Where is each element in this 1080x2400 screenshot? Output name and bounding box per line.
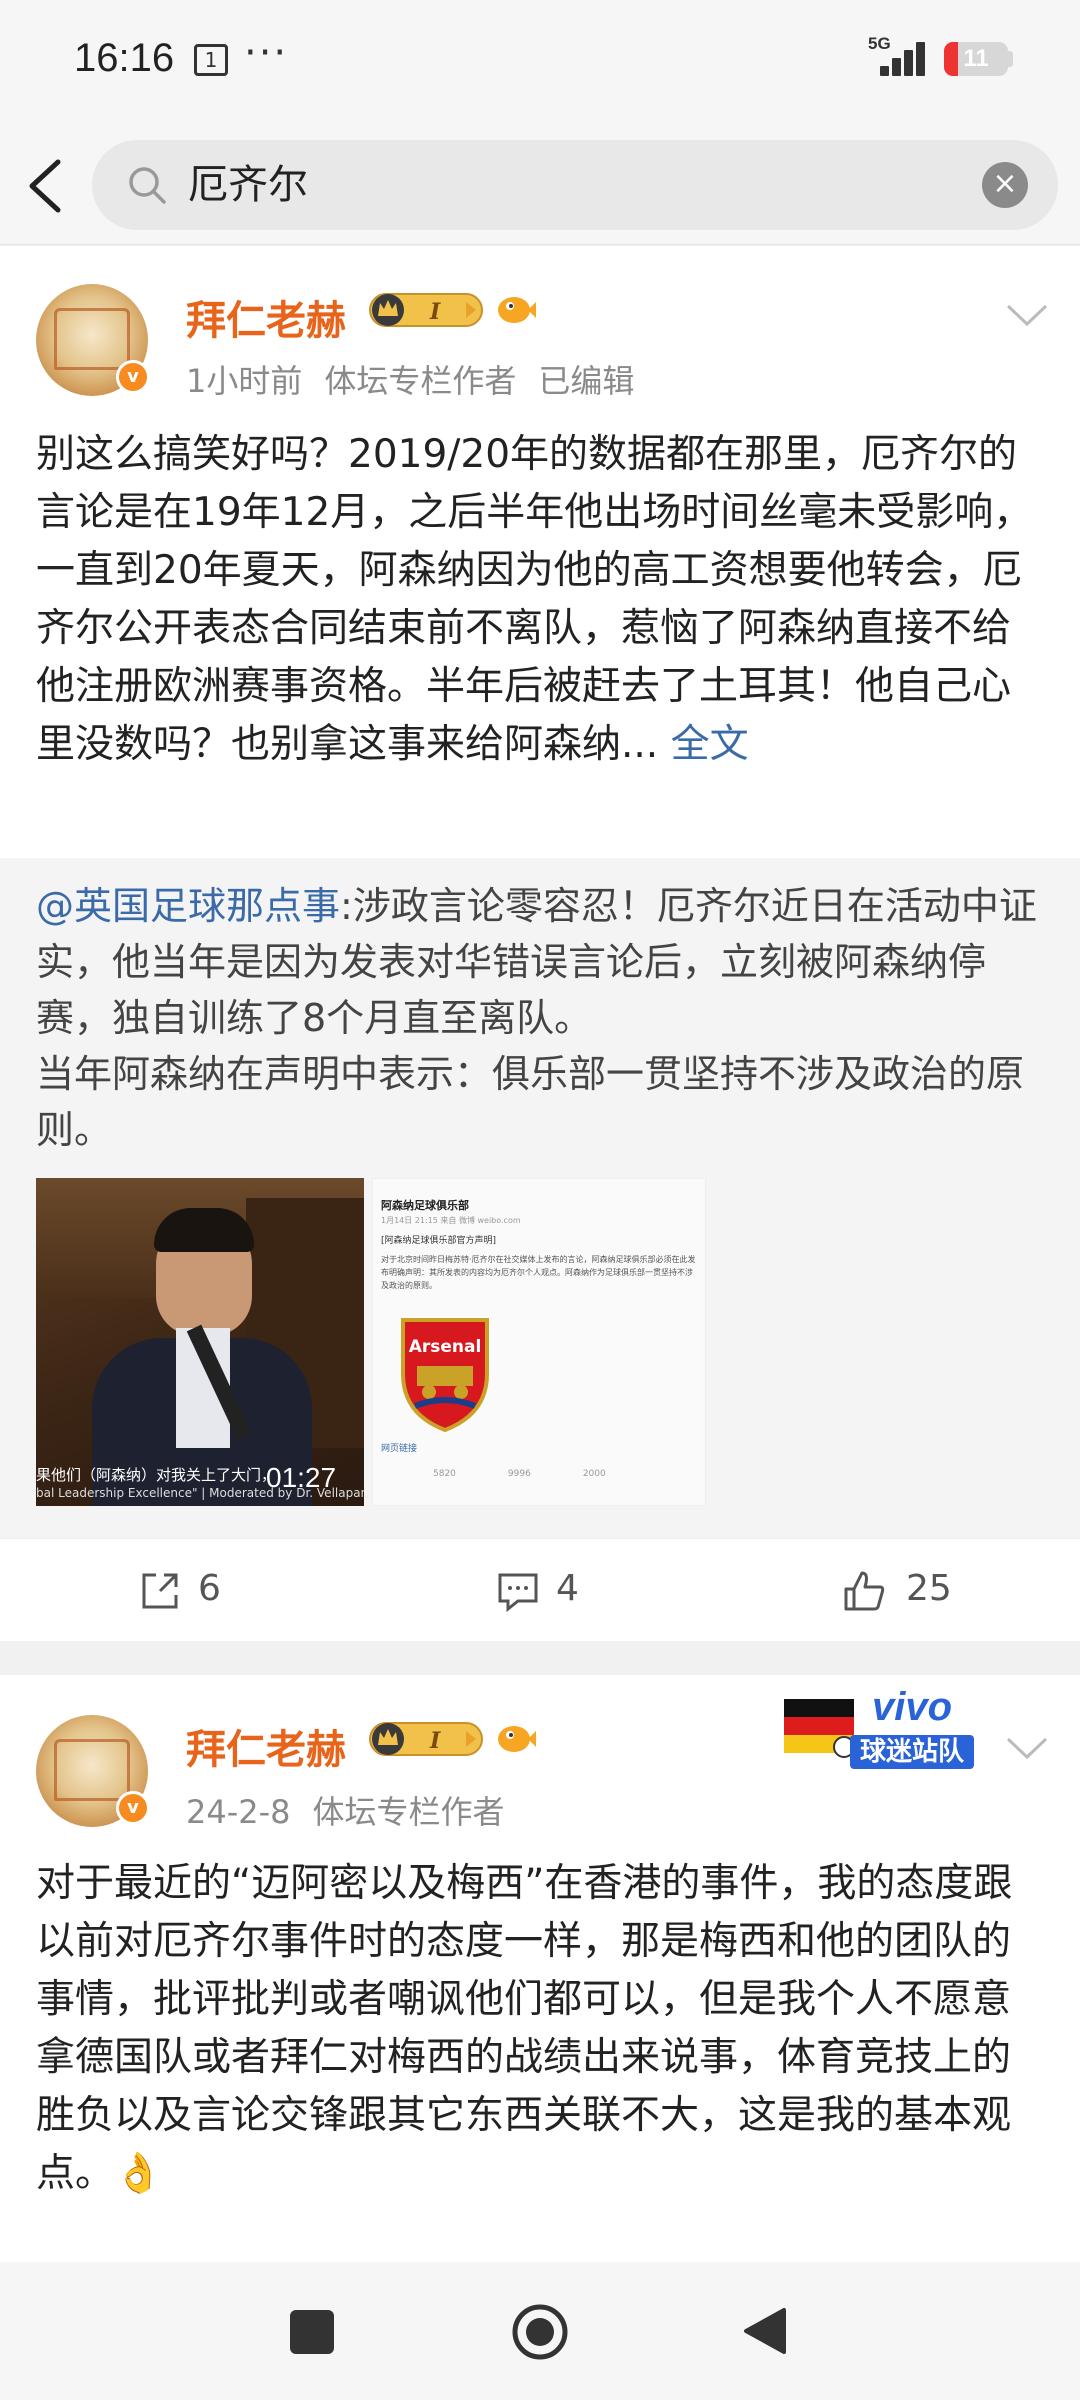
screenshot-sub: 1月14日 21:15 来自 微博 weibo.com (381, 1216, 521, 1225)
repost-text-2: 当年阿森纳在声明中表示：俱乐部一贯坚持不涉及政治的原则。 (36, 1052, 1025, 1152)
screenshot-link: 网页链接 (381, 1444, 418, 1454)
verified-badge-icon: v (116, 360, 150, 394)
recent-apps-button[interactable] (290, 2310, 334, 2354)
clear-search-icon[interactable]: × (982, 162, 1028, 208)
post-body: 别这么搞笑好吗？2019/20年的数据都在那里，厄齐尔的言论是在19年12月，之… (36, 426, 1046, 774)
post-author-title: 体坛专栏作者 (312, 1793, 505, 1831)
post-card[interactable]: v 拜仁老赫 I 1小时前 体坛专栏作者 已编辑 别这么搞笑好吗？2019/20年的… (0, 246, 1080, 1641)
home-button-icon[interactable] (510, 2302, 570, 2362)
comment-button[interactable]: 4 (496, 1539, 616, 1639)
post-meta: 1小时前 体坛专栏作者 已编辑 (186, 356, 656, 402)
member-crown-badge-icon: I (369, 1722, 483, 1756)
verified-badge-icon: v (116, 1791, 150, 1825)
reposted-content[interactable]: @英国足球那点事:涉政言论零容忍！厄齐尔近日在活动中证实，他当年是因为发表对华错… (0, 858, 1080, 1538)
comment-count: 4 (556, 1568, 579, 1609)
signal-icon: 5G (868, 34, 928, 76)
thumbs-up-icon (844, 1571, 885, 1611)
network-type: 5G (868, 34, 891, 53)
back-arrow-icon[interactable] (22, 156, 72, 216)
member-crown-badge-icon: I (369, 293, 483, 327)
screenshot-stats: 5820 9996 2000 (433, 1469, 703, 1479)
repost-mention-link[interactable]: @英国足球那点事 (36, 884, 340, 928)
status-time: 16:16 (74, 36, 175, 80)
fan-badge-label: 球迷站队 (850, 1735, 975, 1769)
ok-hand-emoji: 👌 (114, 2151, 163, 2196)
post-meta: 24-2-8 体坛专栏作者 (186, 1787, 527, 1833)
repost-icon (142, 1573, 178, 1609)
post-menu-chevron-icon[interactable] (1004, 302, 1050, 330)
search-input[interactable]: 厄齐尔 (188, 140, 308, 230)
fan-team-badge[interactable]: vivo 球迷站队 (780, 1685, 1000, 1775)
battery-icon: 11 (944, 42, 1008, 76)
more-notifications-icon: ··· (244, 30, 289, 76)
post-username[interactable]: 拜仁老赫 (186, 288, 346, 346)
screenshot-header: 阿森纳足球俱乐部 (381, 1199, 469, 1212)
post-text: 对于最近的“迈阿密以及梅西”在香港的事件，我的态度跟以前对厄齐尔事件时的态度一样… (36, 1861, 1013, 2196)
post-actions: 6 4 25 (0, 1538, 1080, 1638)
repost-button[interactable]: 6 (138, 1539, 258, 1639)
image-thumbnail[interactable]: 阿森纳足球俱乐部 1月14日 21:15 来自 微博 weibo.com [阿森… (372, 1178, 706, 1506)
video-duration: 01:27 (266, 1462, 337, 1493)
screenshot-stat: 5820 (433, 1469, 456, 1479)
status-bar: 16:16 1 ··· 5G 11 (0, 0, 1080, 120)
level-badge-text: I (429, 1728, 441, 1754)
battery-level: 11 (963, 45, 989, 72)
fish-badge-icon (498, 1726, 536, 1752)
screenshot-body: 对于北京时间昨日梅苏特·厄齐尔在社交媒体上发布的言论，阿森纳足球俱乐部必须在此发… (381, 1255, 696, 1290)
post-text: 别这么搞笑好吗？2019/20年的数据都在那里，厄齐尔的言论是在19年12月，之… (36, 432, 1033, 767)
post-time: 1小时前 (186, 362, 303, 400)
post-username[interactable]: 拜仁老赫 (186, 1717, 346, 1775)
screenshot-stat: 2000 (582, 1469, 606, 1479)
fish-badge-icon (498, 297, 536, 323)
search-header: 厄齐尔 × (0, 120, 1080, 245)
post-time: 24-2-8 (186, 1793, 291, 1831)
germany-flag-icon (784, 1699, 855, 1758)
post-body: 对于最近的“迈阿密以及梅西”在香港的事件，我的态度跟以前对厄齐尔事件时的态度一样… (36, 1855, 1046, 2203)
post-edited-label: 已编辑 (538, 362, 635, 400)
comment-icon (498, 1573, 538, 1613)
level-badge-text: I (429, 299, 441, 325)
system-nav-bar (0, 2262, 1080, 2400)
like-count: 25 (906, 1568, 952, 1609)
search-icon (129, 167, 166, 204)
screenshot-stat: 9996 (507, 1469, 531, 1479)
repost-count: 6 (198, 1568, 221, 1609)
post-card[interactable]: v 拜仁老赫 I vivo 球迷站队 24-2-8 体坛专栏作者 对于最近的“迈阿… (0, 1675, 1080, 2262)
screenshot-title: [阿森纳足球俱乐部官方声明] (381, 1236, 497, 1246)
fan-badge-brand: vivo (872, 1685, 953, 1729)
notification-icon: 1 (194, 44, 228, 76)
crest-text: Arsenal (409, 1337, 482, 1357)
post-author-title: 体坛专栏作者 (324, 362, 517, 400)
full-text-link[interactable]: 全文 (671, 722, 749, 767)
search-field[interactable]: 厄齐尔 × (92, 140, 1058, 230)
post-menu-chevron-icon[interactable] (1004, 1735, 1050, 1763)
video-thumbnail[interactable]: 果他们（阿森纳）对我关上了大门， bal Leadership Excellen… (36, 1178, 364, 1506)
arsenal-crest-icon: Arsenal (401, 1318, 489, 1433)
nav-back-icon[interactable] (740, 2306, 790, 2356)
repost-body: @英国足球那点事:涉政言论零容忍！厄齐尔近日在活动中证实，他当年是因为发表对华错… (36, 878, 1046, 1158)
like-button[interactable]: 25 (842, 1539, 982, 1639)
